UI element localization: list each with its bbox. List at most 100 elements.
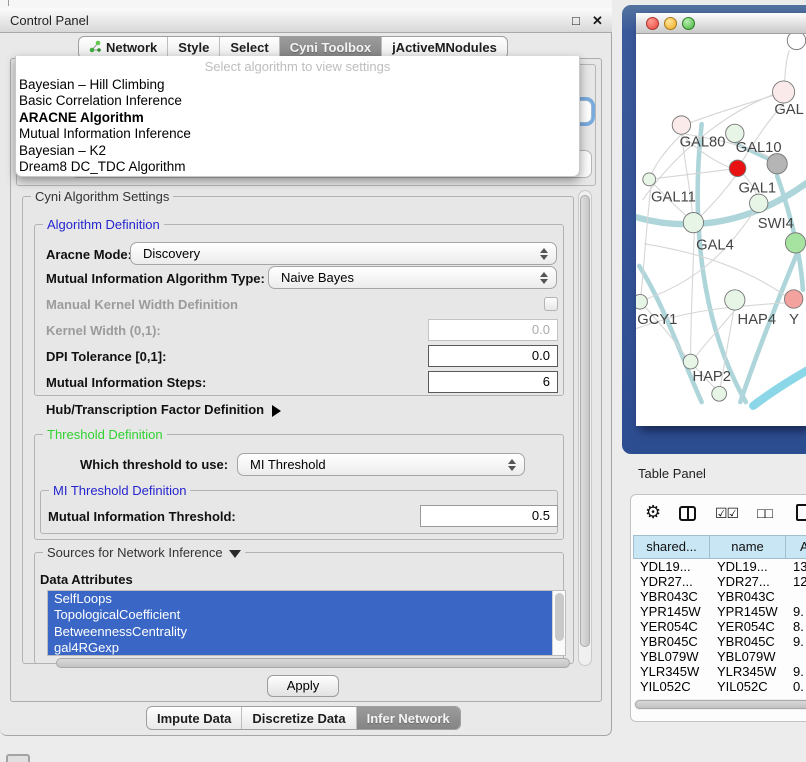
zoom-traffic-light[interactable]	[682, 17, 695, 30]
algorithm-option[interactable]: Dream8 DC_TDC Algorithm	[16, 159, 579, 175]
table-row[interactable]: YPR145WYPR145W9.	[633, 604, 806, 619]
top-tab-notch	[8, 0, 9, 6]
select-all-icon[interactable]: ☑☑	[715, 505, 738, 522]
table-panel-title: Table Panel	[638, 466, 706, 481]
network-node-y[interactable]	[784, 290, 802, 308]
column-header[interactable]: shared...	[633, 535, 710, 559]
algorithm-option[interactable]: Bayesian – K2	[16, 143, 579, 159]
algorithm-option[interactable]: Basic Correlation Inference	[16, 93, 579, 109]
gear-icon[interactable]: ⚙	[645, 503, 661, 521]
table-cell: YER054C	[633, 619, 710, 634]
table-cell: YLR345W	[633, 664, 710, 679]
table-cell: YDR27...	[710, 574, 786, 589]
tab-network[interactable]: Network	[79, 37, 168, 58]
table-rows: YDL19...YDL19...13YDR27...YDR27...12YBR0…	[633, 559, 806, 694]
tab-cyni-toolbox[interactable]: Cyni Toolbox	[280, 37, 382, 58]
column-header[interactable]: name	[710, 535, 786, 559]
table-panel: ⚙ ☑☑ □□ shared...nameA YDL19...YDL19...1…	[630, 494, 806, 722]
network-node-gal80[interactable]	[672, 116, 690, 134]
dropdown-hint: Select algorithm to view settings	[16, 56, 579, 77]
network-icon	[89, 40, 102, 56]
table-row[interactable]: YLR345WYLR345W9.	[633, 664, 806, 679]
table-cell: YPR145W	[633, 604, 710, 619]
network-node-gcy1[interactable]	[636, 294, 647, 309]
table-cell: YDL19...	[710, 559, 786, 574]
tab-label: Impute Data	[157, 711, 231, 726]
network-canvas[interactable]: GALGAL80GAL10GAL11GAL1GAL4SWI4GCY1HAP4YH…	[636, 34, 806, 426]
table-cell: 8.	[786, 619, 806, 634]
tab-label: jActiveMNodules	[392, 40, 497, 55]
table-cell: 9.	[786, 664, 806, 679]
tab-select[interactable]: Select	[220, 37, 279, 58]
top-strip	[0, 0, 612, 8]
close-traffic-light[interactable]	[646, 17, 659, 30]
columns-icon[interactable]	[679, 506, 696, 521]
tab-discretize-data[interactable]: Discretize Data	[242, 707, 356, 729]
network-node-hap2[interactable]	[683, 354, 698, 369]
network-node-swi4[interactable]	[785, 233, 805, 253]
network-node-gal11[interactable]	[643, 173, 656, 186]
table-cell: YLR345W	[710, 664, 786, 679]
close-icon[interactable]: ✕	[592, 13, 603, 29]
network-node-gal1[interactable]	[750, 194, 768, 212]
apply-button[interactable]: Apply	[267, 675, 339, 697]
table-cell: YDL19...	[633, 559, 710, 574]
table-cell: YBR043C	[710, 589, 786, 604]
tab-impute-data[interactable]: Impute Data	[147, 707, 242, 729]
tab-label: Infer Network	[367, 711, 450, 726]
table-cell: 9.	[786, 634, 806, 649]
algorithm-option[interactable]: Bayesian – Hill Climbing	[16, 77, 579, 93]
network-node-hap4[interactable]	[725, 290, 745, 310]
table-header: shared...nameA	[633, 535, 806, 559]
node-label: GAL4	[696, 237, 734, 253]
table-row[interactable]: YER054CYER054C8.	[633, 619, 806, 634]
table-row[interactable]: YBR045CYBR045C9.	[633, 634, 806, 649]
node-label: GAL10	[736, 140, 782, 156]
network-window: GALGAL80GAL10GAL11GAL1GAL4SWI4GCY1HAP4YH…	[636, 13, 806, 426]
table-row[interactable]: YDL19...YDL19...13	[633, 559, 806, 574]
tab-label: Discretize Data	[252, 711, 345, 726]
table-horizontal-scrollbar[interactable]	[634, 699, 806, 710]
table-row[interactable]: YBR043CYBR043C	[633, 589, 806, 604]
network-node[interactable]	[729, 160, 746, 177]
node-label: HAP4	[738, 312, 776, 328]
tab-style[interactable]: Style	[168, 37, 220, 58]
network-edge	[691, 233, 695, 355]
table-scrollbar-thumb[interactable]	[635, 700, 806, 709]
network-edge	[696, 310, 735, 356]
minimize-traffic-light[interactable]	[664, 17, 677, 30]
column-header[interactable]: A	[786, 535, 806, 559]
table-cell: YIL052C	[633, 679, 710, 694]
panel-title: Control Panel	[10, 13, 89, 28]
network-node-gal[interactable]	[773, 81, 795, 103]
tab-infer-network[interactable]: Infer Network	[357, 707, 460, 729]
network-edge	[701, 176, 736, 216]
algorithm-option[interactable]: ARACNE Algorithm	[16, 110, 579, 126]
float-icon[interactable]: □	[572, 13, 580, 28]
table-row[interactable]: YBL079WYBL079W	[633, 649, 806, 664]
network-edge	[651, 134, 681, 174]
minimized-panel-icon[interactable]	[6, 754, 30, 762]
node-label: Y	[789, 312, 799, 328]
document-icon[interactable]	[796, 504, 806, 521]
deselect-all-icon[interactable]: □□	[757, 505, 772, 521]
table-cell: YBR045C	[710, 634, 786, 649]
table-row[interactable]: YIL052CYIL052C0.	[633, 679, 806, 694]
node-label: SWI4	[758, 216, 794, 232]
table-cell: YBL079W	[710, 649, 786, 664]
node-label: GAL	[774, 102, 803, 118]
table-cell: YPR145W	[710, 604, 786, 619]
table-cell: YBL079W	[633, 649, 710, 664]
table-cell	[786, 589, 806, 604]
network-node[interactable]	[712, 386, 727, 401]
node-label: GAL1	[738, 180, 776, 196]
network-node[interactable]	[767, 154, 787, 174]
table-row[interactable]: YDR27...YDR27...12	[633, 574, 806, 589]
settings-scroll-area	[16, 188, 596, 668]
table-cell: 12	[786, 574, 806, 589]
algorithm-option[interactable]: Mutual Information Inference	[16, 126, 579, 142]
network-node[interactable]	[787, 34, 805, 50]
network-titlebar	[636, 13, 806, 34]
tab-jactivemnodules[interactable]: jActiveMNodules	[382, 37, 507, 58]
network-node-gal4[interactable]	[683, 213, 703, 233]
